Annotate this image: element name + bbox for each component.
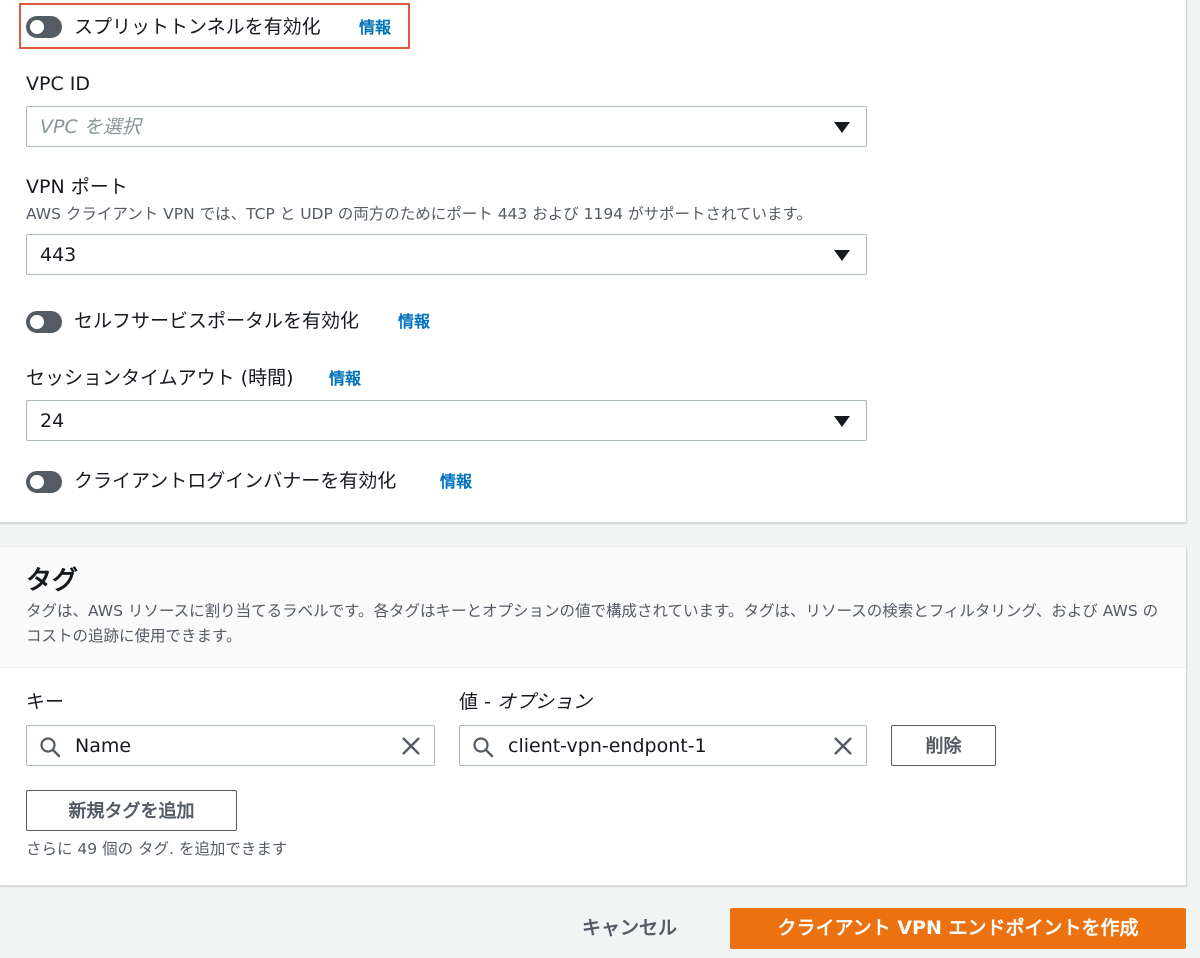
self-service-portal-toggle[interactable] (26, 311, 62, 333)
caret-down-icon (834, 416, 850, 427)
toggle-knob (30, 475, 44, 489)
toggle-knob (30, 20, 44, 34)
vpc-select-placeholder: VPC を選択 (40, 116, 141, 138)
tag-value-label: 値 - オプション (459, 690, 592, 714)
cancel-button[interactable]: キャンセル (582, 915, 677, 941)
caret-down-icon (834, 250, 850, 261)
tag-value-label-optional: オプション (496, 691, 592, 713)
tags-title: タグ (26, 566, 79, 596)
vpn-port-label: VPN ポート (26, 176, 128, 198)
close-icon[interactable] (832, 735, 854, 757)
login-banner-label: クライアントログインバナーを有効化 (74, 470, 397, 492)
login-banner-info-link[interactable]: 情報 (440, 471, 472, 493)
remove-tag-button[interactable]: 削除 (891, 725, 996, 766)
toggle-knob (30, 315, 44, 329)
tag-key-value: Name (75, 735, 132, 757)
search-icon (40, 737, 61, 758)
split-tunnel-toggle[interactable] (26, 16, 62, 38)
session-timeout-value: 24 (40, 410, 65, 432)
vpn-port-select[interactable]: 443 (26, 234, 867, 275)
session-timeout-label: セッションタイムアウト (時間) (26, 367, 294, 389)
add-tag-button[interactable]: 新規タグを追加 (26, 790, 237, 831)
caret-down-icon (834, 122, 850, 133)
vpc-id-label: VPC ID (26, 73, 90, 95)
session-timeout-info-link[interactable]: 情報 (329, 368, 361, 390)
close-icon[interactable] (400, 735, 422, 757)
tag-value-value: client-vpn-endpont-1 (508, 735, 707, 757)
session-timeout-select[interactable]: 24 (26, 400, 867, 441)
tag-key-input[interactable]: Name (26, 725, 435, 766)
tags-header: タグ タグは、AWS リソースに割り当てるラベルです。各タグはキーとオプションの… (0, 547, 1186, 668)
split-tunnel-info-link[interactable]: 情報 (359, 17, 391, 39)
split-tunnel-label: スプリットトンネルを有効化 (74, 16, 321, 38)
vpc-select[interactable]: VPC を選択 (26, 106, 867, 147)
tag-value-label-prefix: 値 - (459, 691, 497, 713)
search-icon (473, 737, 494, 758)
tag-value-input[interactable]: client-vpn-endpont-1 (459, 725, 867, 766)
self-service-info-link[interactable]: 情報 (398, 311, 430, 333)
tags-remaining-hint: さらに 49 個の タグ. を追加できます (26, 840, 288, 858)
vpn-port-value: 443 (40, 244, 77, 266)
login-banner-toggle[interactable] (26, 471, 62, 493)
tags-panel: タグ タグは、AWS リソースに割り当てるラベルです。各タグはキーとオプションの… (0, 546, 1187, 886)
vpn-settings-panel: スプリットトンネルを有効化 情報 VPC ID VPC を選択 VPN ポート … (0, 0, 1187, 523)
create-endpoint-button[interactable]: クライアント VPN エンドポイントを作成 (730, 908, 1186, 949)
tags-description: タグは、AWS リソースに割り当てるラベルです。各タグはキーとオプションの値で構… (26, 602, 1159, 645)
tag-key-label: キー (26, 691, 65, 713)
self-service-portal-label: セルフサービスポータルを有効化 (74, 310, 360, 332)
vpn-port-description: AWS クライアント VPN では、TCP と UDP の両方のためにポート 4… (26, 205, 812, 223)
